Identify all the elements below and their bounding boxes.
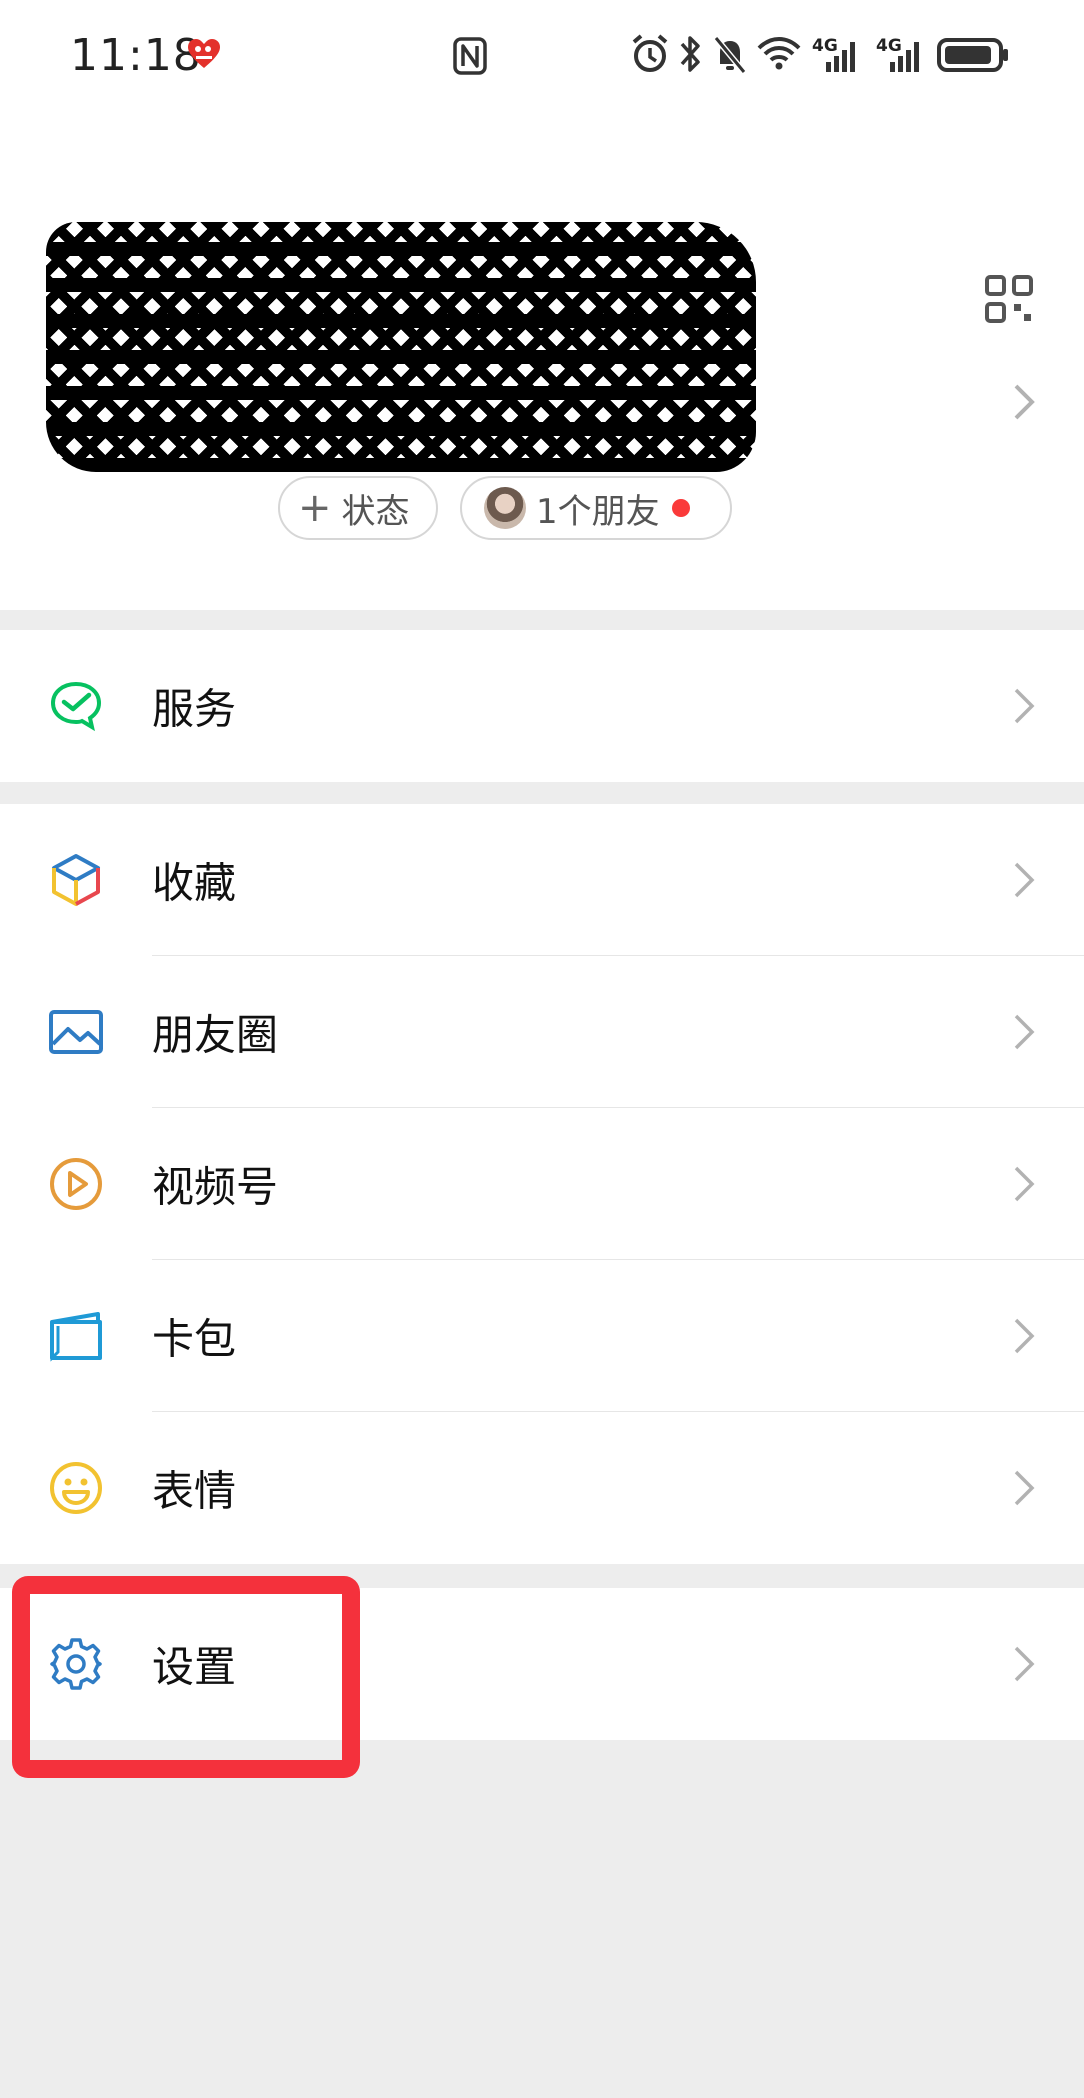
friends-pill-label: 1个朋友 xyxy=(536,491,660,532)
chevron-right-icon xyxy=(1014,1470,1035,1506)
settings-highlight-annotation xyxy=(12,1576,360,1778)
profile-chevron-icon[interactable] xyxy=(1010,380,1038,424)
menu-label-service: 服务 xyxy=(152,684,237,734)
chevron-right-icon xyxy=(1014,1646,1035,1682)
menu-item-channels[interactable]: 视频号 xyxy=(0,1108,1084,1260)
main-menu-group: 收藏 朋友圈 视频号 卡包 表情 xyxy=(0,804,1084,1564)
alarm-icon xyxy=(632,34,668,72)
menu-item-card-wallet[interactable]: 卡包 xyxy=(0,1260,1084,1412)
redacted-profile-info[interactable] xyxy=(46,222,756,472)
menu-label-moments: 朋友圈 xyxy=(152,1010,279,1060)
service-group: 服务 xyxy=(0,630,1084,782)
signal-bars-2-icon xyxy=(890,42,919,72)
status-time: 11:18 xyxy=(70,30,202,81)
battery-icon xyxy=(937,38,1008,72)
landscape-photo-icon xyxy=(49,1010,103,1054)
chevron-right-icon xyxy=(1014,688,1035,724)
menu-item-favorites[interactable]: 收藏 xyxy=(0,804,1084,956)
qr-code-icon[interactable] xyxy=(984,274,1034,324)
menu-label-stickers: 表情 xyxy=(152,1466,237,1516)
friends-status-button[interactable]: 1个朋友 xyxy=(460,476,732,540)
mute-bell-icon xyxy=(713,36,747,74)
profile-header: 11:18 4G 4G + 状态 1个朋友 xyxy=(0,0,1084,610)
menu-item-service[interactable]: 服务 xyxy=(0,630,1084,782)
status-pill-label: 状态 xyxy=(341,491,410,532)
friend-avatar xyxy=(484,487,526,529)
smiley-icon xyxy=(50,1462,102,1514)
notification-dot xyxy=(671,499,690,517)
nfc-icon xyxy=(453,37,487,75)
chevron-right-icon xyxy=(1014,1318,1035,1354)
card-wallet-icon xyxy=(50,1312,102,1362)
chevron-right-icon xyxy=(1014,862,1035,898)
wechat-me-page: 11:18 4G 4G + 状态 1个朋友 服务 收藏 朋友圈 视频号 卡包 表… xyxy=(0,0,1084,2098)
wechat-pay-check-icon xyxy=(50,681,102,732)
menu-item-moments[interactable]: 朋友圈 xyxy=(0,956,1084,1108)
menu-label-favorites: 收藏 xyxy=(152,858,237,908)
play-circle-icon xyxy=(50,1158,102,1210)
chevron-right-icon xyxy=(1014,1166,1035,1202)
chevron-right-icon xyxy=(1014,1014,1035,1050)
wifi-icon xyxy=(757,37,801,70)
app-badge-icon xyxy=(188,39,220,68)
menu-label-channels: 视频号 xyxy=(152,1162,279,1212)
menu-item-stickers[interactable]: 表情 xyxy=(0,1412,1084,1564)
signal-bars-1-icon xyxy=(826,42,855,72)
add-status-button[interactable]: + 状态 xyxy=(278,476,438,540)
bluetooth-icon xyxy=(680,36,700,72)
plus-icon: + xyxy=(298,485,332,531)
cube-icon xyxy=(52,854,100,906)
menu-label-card-wallet: 卡包 xyxy=(152,1314,237,1364)
